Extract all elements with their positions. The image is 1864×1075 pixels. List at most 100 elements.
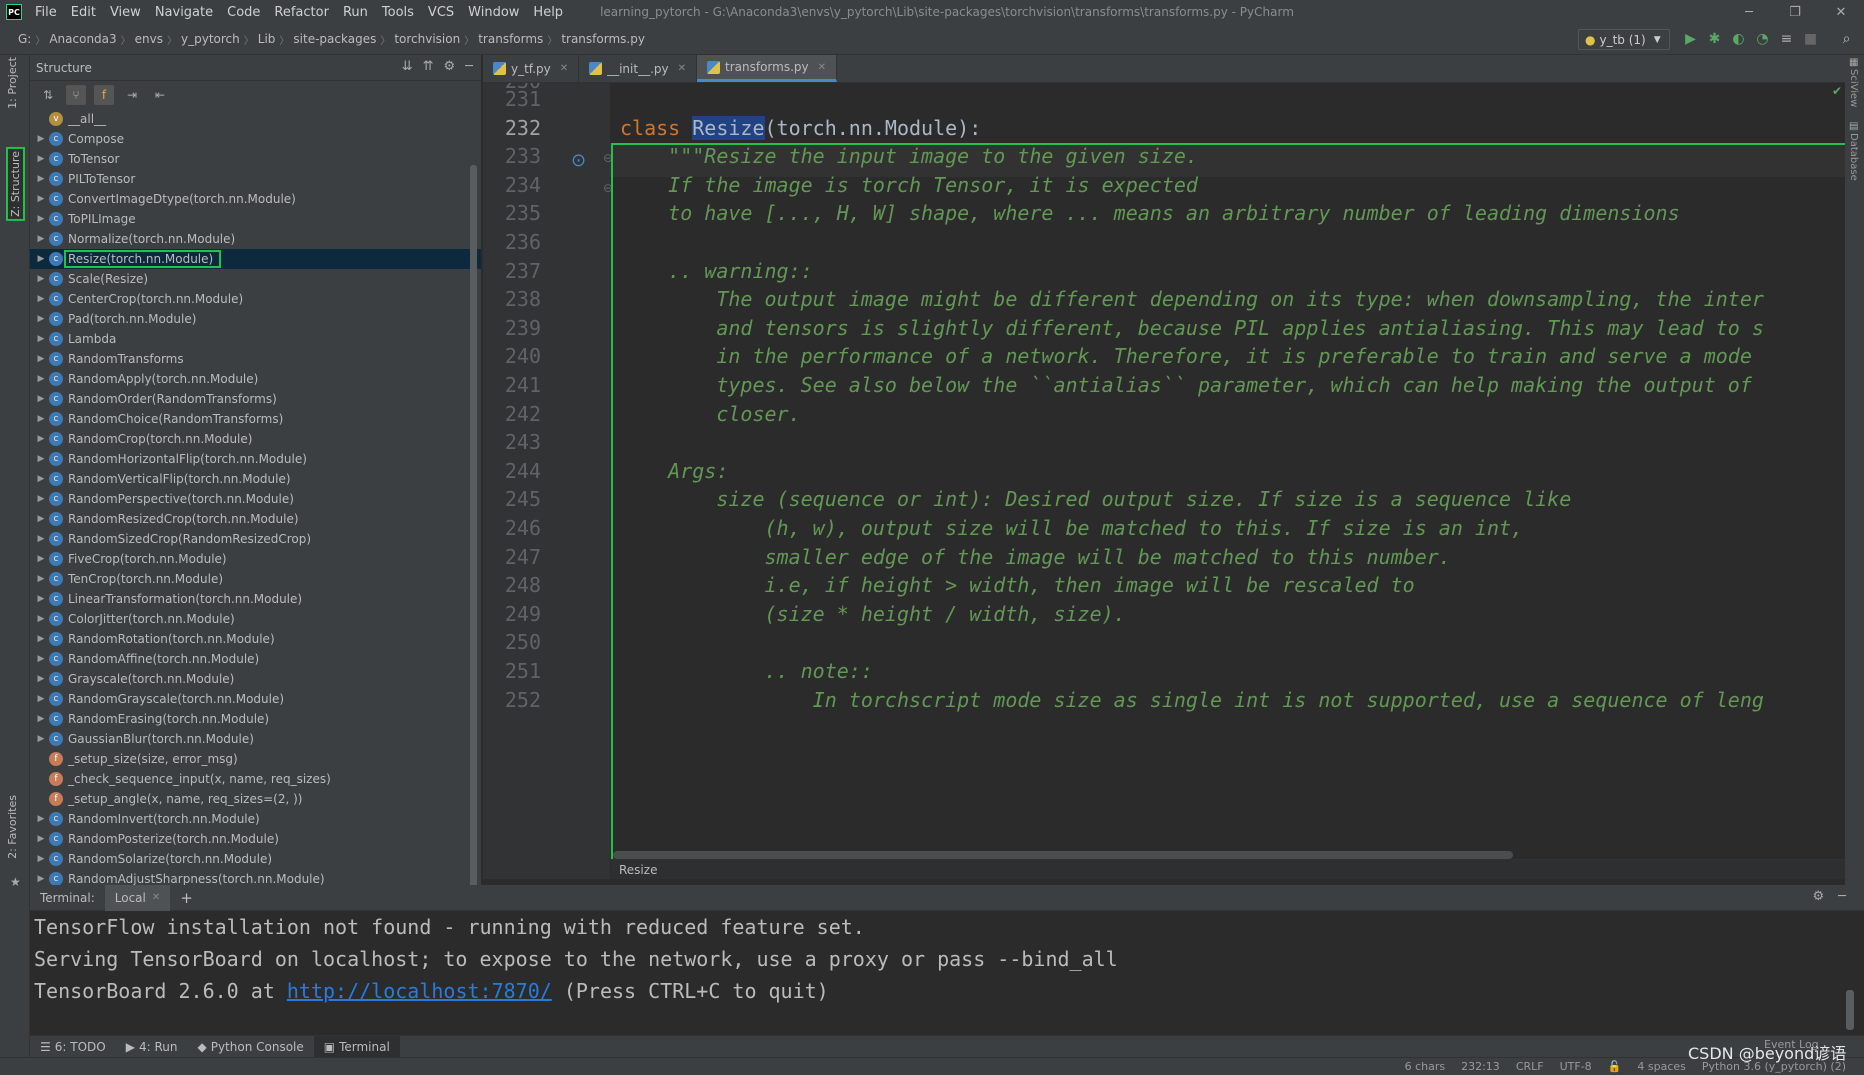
breadcrumb-item[interactable]: site-packages	[289, 32, 380, 46]
sciview-tool-tab[interactable]: SciView	[1848, 69, 1859, 107]
expand-arrow-icon[interactable]: ▶	[33, 494, 49, 504]
tree-item[interactable]: ▶ c RandomAffine(torch.nn.Module)	[30, 649, 481, 669]
hide-icon[interactable]: ─	[1838, 889, 1846, 904]
show-fields-icon[interactable]: f	[94, 85, 114, 105]
tree-item[interactable]: ▶ c RandomRotation(torch.nn.Module)	[30, 629, 481, 649]
close-icon[interactable]: ✕	[152, 892, 160, 903]
tree-item[interactable]: ▶ c ToPILImage	[30, 209, 481, 229]
menu-item-help[interactable]: Help	[526, 5, 570, 20]
menu-item-run[interactable]: Run	[336, 5, 375, 20]
menu-item-tools[interactable]: Tools	[375, 5, 421, 20]
expand-arrow-icon[interactable]: ▶	[33, 594, 49, 604]
tree-item[interactable]: ▶ c LinearTransformation(torch.nn.Module)	[30, 589, 481, 609]
expand-arrow-icon[interactable]: ▶	[33, 294, 49, 304]
expand-arrow-icon[interactable]: ▶	[33, 154, 49, 164]
indent-setting[interactable]: 4 spaces	[1629, 1060, 1694, 1073]
editor-tab[interactable]: transforms.py ✕	[697, 55, 838, 82]
close-icon[interactable]: ✕	[560, 63, 568, 74]
hide-icon[interactable]: ─	[465, 59, 473, 74]
breadcrumb-item[interactable]: Anaconda3	[45, 32, 120, 46]
caret-position[interactable]: 232:13	[1453, 1060, 1508, 1073]
expand-arrow-icon[interactable]: ▶	[33, 714, 49, 724]
autoscroll-to-source-icon[interactable]: ⇥	[122, 85, 142, 105]
expand-arrow-icon[interactable]: ▶	[33, 254, 49, 264]
tree-item[interactable]: ▶ c FiveCrop(torch.nn.Module)	[30, 549, 481, 569]
expand-arrow-icon[interactable]: ▶	[33, 554, 49, 564]
breadcrumb-item[interactable]: transforms	[474, 32, 547, 46]
tree-item[interactable]: ▶ c PILToTensor	[30, 169, 481, 189]
tree-item[interactable]: ▶ c CenterCrop(torch.nn.Module)	[30, 289, 481, 309]
close-icon[interactable]: ✕	[818, 62, 826, 73]
lock-icon[interactable]: 🔓	[1600, 1060, 1630, 1073]
expand-arrow-icon[interactable]: ▶	[33, 374, 49, 384]
menu-item-code[interactable]: Code	[220, 5, 267, 20]
expand-arrow-icon[interactable]: ▶	[33, 354, 49, 364]
override-marker-icon[interactable]: ⊙	[571, 150, 586, 171]
concurrency-icon[interactable]: ≡	[1778, 28, 1795, 50]
run-icon[interactable]: ▶	[1682, 28, 1699, 50]
tree-item[interactable]: ▶ c RandomSolarize(torch.nn.Module)	[30, 849, 481, 869]
expand-arrow-icon[interactable]: ▶	[33, 174, 49, 184]
editor-tab[interactable]: y_tf.py ✕	[483, 55, 580, 82]
tree-item[interactable]: f _setup_size(size, error_msg)	[30, 749, 481, 769]
expand-arrow-icon[interactable]: ▶	[33, 134, 49, 144]
tree-item[interactable]: ▶ c Grayscale(torch.nn.Module)	[30, 669, 481, 689]
breadcrumb-item[interactable]: y_pytorch	[177, 32, 244, 46]
expand-arrow-icon[interactable]: ▶	[33, 814, 49, 824]
expand-arrow-icon[interactable]: ▶	[33, 854, 49, 864]
tree-item[interactable]: ▶ c RandomChoice(RandomTransforms)	[30, 409, 481, 429]
expand-arrow-icon[interactable]: ▶	[33, 474, 49, 484]
code-editor[interactable]: 230 231232class Resize(torch.nn.Module):…	[483, 83, 1864, 879]
tree-item[interactable]: ▶ c RandomPosterize(torch.nn.Module)	[30, 829, 481, 849]
minimize-icon[interactable]: ─	[1726, 0, 1772, 24]
stop-icon[interactable]: ■	[1802, 28, 1819, 50]
expand-arrow-icon[interactable]: ▶	[33, 674, 49, 684]
close-icon[interactable]: ✕	[678, 63, 686, 74]
expand-arrow-icon[interactable]: ▶	[33, 694, 49, 704]
expand-arrow-icon[interactable]: ▶	[33, 634, 49, 644]
breadcrumb-item[interactable]: torchvision	[390, 32, 464, 46]
structure-scrollbar[interactable]	[470, 165, 477, 885]
tree-item[interactable]: ▶ c GaussianBlur(torch.nn.Module)	[30, 729, 481, 749]
favorites-tool-tab[interactable]: 2: Favorites	[6, 795, 19, 859]
breadcrumb-item[interactable]: Lib	[254, 32, 280, 46]
show-inherited-icon[interactable]: ⑂	[66, 85, 86, 105]
tool-window-terminal[interactable]: ▣ Terminal	[313, 1035, 400, 1058]
expand-arrow-icon[interactable]: ▶	[33, 194, 49, 204]
menu-item-vcs[interactable]: VCS	[421, 5, 461, 20]
database-tool-tab[interactable]: Database	[1848, 133, 1859, 181]
terminal-output[interactable]: TensorFlow installation not found - runn…	[30, 911, 1864, 1035]
expand-all-icon[interactable]: ⇊	[402, 59, 413, 74]
expand-arrow-icon[interactable]: ▶	[33, 834, 49, 844]
tree-item[interactable]: ▶ c RandomHorizontalFlip(torch.nn.Module)	[30, 449, 481, 469]
menu-item-edit[interactable]: Edit	[64, 5, 103, 20]
project-tool-tab[interactable]: 1: Project	[6, 57, 19, 109]
tool-window-4-run[interactable]: ▶ 4: Run	[116, 1036, 188, 1058]
terminal-tab-local[interactable]: Local ✕	[104, 884, 171, 911]
tree-item[interactable]: ▶ c RandomErasing(torch.nn.Module)	[30, 709, 481, 729]
tree-item[interactable]: ▶ c Compose	[30, 129, 481, 149]
expand-arrow-icon[interactable]: ▶	[33, 534, 49, 544]
tree-item[interactable]: ▶ c RandomTransforms	[30, 349, 481, 369]
tree-item[interactable]: ▶ c RandomVerticalFlip(torch.nn.Module)	[30, 469, 481, 489]
debug-icon[interactable]: ✱	[1706, 28, 1723, 50]
search-icon[interactable]: ⌕	[1838, 28, 1855, 50]
tree-item[interactable]: ▶ c Lambda	[30, 329, 481, 349]
menu-item-refactor[interactable]: Refactor	[267, 5, 336, 20]
expand-arrow-icon[interactable]: ▶	[33, 654, 49, 664]
expand-arrow-icon[interactable]: ▶	[33, 234, 49, 244]
gear-icon[interactable]: ⚙	[1813, 889, 1825, 904]
expand-arrow-icon[interactable]: ▶	[33, 614, 49, 624]
tree-item[interactable]: v __all__	[30, 109, 481, 129]
sort-alpha-icon[interactable]: ⇅	[38, 85, 58, 105]
tree-item[interactable]: ▶ c TenCrop(torch.nn.Module)	[30, 569, 481, 589]
tree-item[interactable]: ▶ c RandomPerspective(torch.nn.Module)	[30, 489, 481, 509]
collapse-all-icon[interactable]: ⇈	[423, 59, 434, 74]
tree-item[interactable]: ▶ c Normalize(torch.nn.Module)	[30, 229, 481, 249]
tree-item[interactable]: ▶ c Scale(Resize)	[30, 269, 481, 289]
tree-item[interactable]: f _check_sequence_input(x, name, req_size…	[30, 769, 481, 789]
tree-item[interactable]: f _setup_angle(x, name, req_sizes=(2, ))	[30, 789, 481, 809]
tree-item[interactable]: ▶ c Pad(torch.nn.Module)	[30, 309, 481, 329]
restore-icon[interactable]: ❐	[1772, 0, 1818, 24]
gear-icon[interactable]: ⚙	[444, 59, 456, 74]
